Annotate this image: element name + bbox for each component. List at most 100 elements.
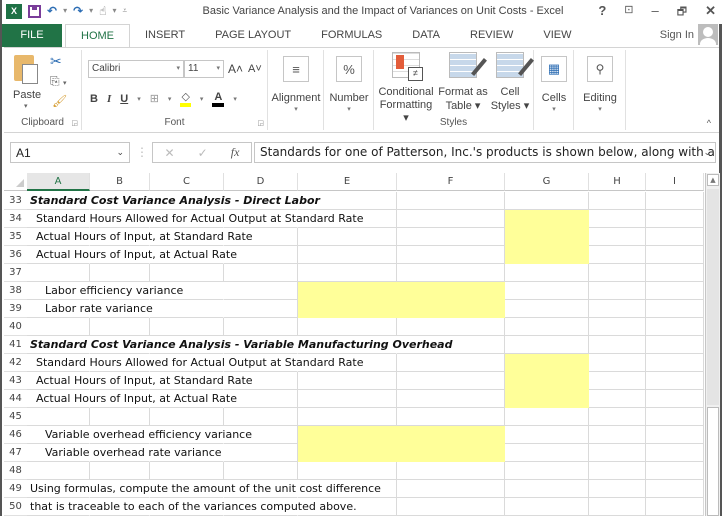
cell-g46[interactable] <box>505 426 589 444</box>
account-area[interactable]: Sign In <box>660 24 718 45</box>
close-icon[interactable]: ✕ <box>705 3 716 22</box>
copy-icon[interactable]: ⎘ ▾ <box>50 74 66 89</box>
paste-icon[interactable] <box>14 55 38 84</box>
borders-icon[interactable]: ⊞ <box>150 92 159 105</box>
cell-h49[interactable] <box>589 480 646 498</box>
cell-b37[interactable] <box>90 264 150 282</box>
cell-d42[interactable] <box>224 354 298 372</box>
conditional-formatting-button[interactable]: Conditional Formatting ▾ <box>376 52 436 124</box>
cell-g34[interactable] <box>505 210 589 228</box>
sign-in-link[interactable]: Sign In <box>660 29 694 41</box>
cell-f47[interactable] <box>397 444 505 462</box>
cell-a47[interactable] <box>27 444 90 462</box>
cut-icon[interactable]: ✂ <box>50 53 62 70</box>
cell-b42[interactable] <box>90 354 150 372</box>
cell-d49[interactable] <box>224 480 298 498</box>
row-header[interactable]: 38 <box>4 282 27 300</box>
expand-formula-bar-icon[interactable]: ⌄ <box>703 148 711 158</box>
cells-button[interactable]: ▦ Cells ▾ <box>538 56 570 113</box>
cell-b39[interactable] <box>90 300 150 318</box>
scroll-thumb[interactable] <box>707 189 719 405</box>
cell-c39[interactable] <box>150 300 224 318</box>
cell-h48[interactable] <box>589 462 646 480</box>
cell-d41[interactable] <box>224 336 298 354</box>
clipboard-launcher-icon[interactable]: ◲ <box>71 119 78 127</box>
cell-e46[interactable] <box>298 426 397 444</box>
cell-f45[interactable] <box>397 408 505 426</box>
cell-f42[interactable] <box>397 354 505 372</box>
row-header[interactable]: 37 <box>4 264 27 282</box>
row-header[interactable]: 43 <box>4 372 27 390</box>
cell-f41[interactable] <box>397 336 505 354</box>
cell-h35[interactable] <box>589 228 646 246</box>
cell-g45[interactable] <box>505 408 589 426</box>
cell-d34[interactable] <box>224 210 298 228</box>
row-header[interactable]: 47 <box>4 444 27 462</box>
cell-c38[interactable] <box>150 282 224 300</box>
tab-data[interactable]: DATA <box>397 24 455 47</box>
column-header-f[interactable]: F <box>397 173 505 191</box>
cell-g48[interactable] <box>505 462 589 480</box>
column-header-c[interactable]: C <box>150 173 224 191</box>
cell-e35[interactable] <box>298 228 397 246</box>
cell-f33[interactable] <box>397 192 505 210</box>
cell-f35[interactable] <box>397 228 505 246</box>
cell-d40[interactable] <box>224 318 298 336</box>
column-header-i[interactable]: I <box>646 173 704 191</box>
cell-c45[interactable] <box>150 408 224 426</box>
cell-d46[interactable] <box>224 426 298 444</box>
cell-g44[interactable] <box>505 390 589 408</box>
cell-a41[interactable] <box>27 336 90 354</box>
cell-b50[interactable] <box>90 498 150 516</box>
cell-d48[interactable] <box>224 462 298 480</box>
cell-g36[interactable] <box>505 246 589 264</box>
cell-b34[interactable] <box>90 210 150 228</box>
italic-button[interactable]: I <box>107 93 111 105</box>
cell-i41[interactable] <box>646 336 704 354</box>
cell-a46[interactable] <box>27 426 90 444</box>
cell-e43[interactable] <box>298 372 397 390</box>
row-header[interactable]: 36 <box>4 246 27 264</box>
cell-f39[interactable] <box>397 300 505 318</box>
cell-c49[interactable] <box>150 480 224 498</box>
cell-d37[interactable] <box>224 264 298 282</box>
cell-c48[interactable] <box>150 462 224 480</box>
cell-d43[interactable] <box>224 372 298 390</box>
row-header[interactable]: 42 <box>4 354 27 372</box>
cell-h33[interactable] <box>589 192 646 210</box>
cell-i43[interactable] <box>646 372 704 390</box>
formula-bar-resize-handle[interactable]: ⋮ <box>136 145 148 159</box>
cell-e44[interactable] <box>298 390 397 408</box>
cell-i34[interactable] <box>646 210 704 228</box>
cell-b46[interactable] <box>90 426 150 444</box>
cell-c43[interactable] <box>150 372 224 390</box>
tab-insert[interactable]: INSERT <box>130 24 200 47</box>
cell-g40[interactable] <box>505 318 589 336</box>
cell-i48[interactable] <box>646 462 704 480</box>
cell-i44[interactable] <box>646 390 704 408</box>
cell-f46[interactable] <box>397 426 505 444</box>
borders-dropdown-icon[interactable]: ▾ <box>168 95 172 103</box>
cell-i33[interactable] <box>646 192 704 210</box>
column-header-g[interactable]: G <box>505 173 589 191</box>
cell-e37[interactable] <box>298 264 397 282</box>
row-header[interactable]: 40 <box>4 318 27 336</box>
fill-color-icon[interactable]: ◇ <box>180 90 191 107</box>
decrease-font-size-button[interactable]: A˅ <box>248 63 262 75</box>
editing-button[interactable]: ⚲ Editing ▾ <box>578 56 622 113</box>
cell-d47[interactable] <box>224 444 298 462</box>
cell-b41[interactable] <box>90 336 150 354</box>
cell-g43[interactable] <box>505 372 589 390</box>
cell-g47[interactable] <box>505 444 589 462</box>
cell-i46[interactable] <box>646 426 704 444</box>
cell-a42[interactable] <box>27 354 90 372</box>
cell-b35[interactable] <box>90 228 150 246</box>
scroll-up-icon[interactable]: ▲ <box>707 174 719 186</box>
cell-h50[interactable] <box>589 498 646 516</box>
row-header[interactable]: 48 <box>4 462 27 480</box>
cell-i40[interactable] <box>646 318 704 336</box>
cell-f37[interactable] <box>397 264 505 282</box>
cell-b38[interactable] <box>90 282 150 300</box>
row-header[interactable]: 39 <box>4 300 27 318</box>
cell-b36[interactable] <box>90 246 150 264</box>
